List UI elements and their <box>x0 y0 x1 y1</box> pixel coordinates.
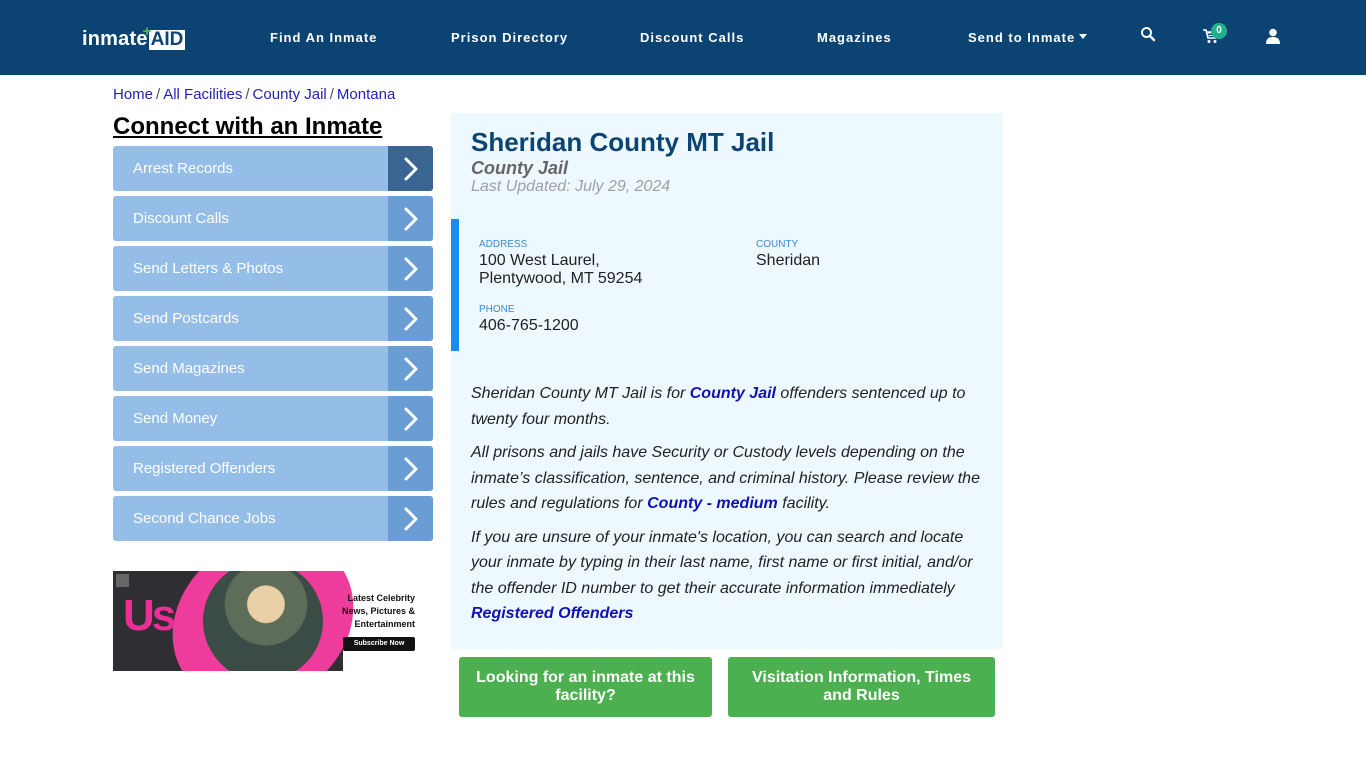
top-navbar: inmate + AID Find An Inmate Prison Direct… <box>0 0 1366 75</box>
breadcrumb: Home / All Facilities / County Jail / Montana <box>113 86 395 103</box>
county-label: COUNTY <box>756 239 799 250</box>
county-medium-link[interactable]: County - medium <box>647 495 778 512</box>
sidebar-item-label: Second Chance Jobs <box>133 510 276 527</box>
nav-find-an-inmate[interactable]: Find An Inmate <box>270 30 377 45</box>
last-updated: Last Updated: July 29, 2024 <box>471 178 671 195</box>
breadcrumb-home[interactable]: Home <box>113 86 153 103</box>
plus-icon: + <box>142 23 152 40</box>
visitation-info-button[interactable]: Visitation Information, Times and Rules <box>728 657 995 717</box>
county-jail-link[interactable]: County Jail <box>690 385 776 402</box>
sidebar-item-label: Registered Offenders <box>133 460 276 477</box>
facility-description: Sheridan County MT Jail is for County Ja… <box>471 381 986 627</box>
breadcrumb-all-facilities[interactable]: All Facilities <box>163 86 242 103</box>
breadcrumb-separator: / <box>156 86 161 103</box>
breadcrumb-montana[interactable]: Montana <box>337 86 395 103</box>
sidebar-item-label: Send Letters & Photos <box>133 260 284 277</box>
search-icon[interactable] <box>1140 26 1160 46</box>
sidebar-item-arrest-records[interactable]: Arrest Records <box>113 146 433 191</box>
breadcrumb-county-jail[interactable]: County Jail <box>253 86 327 103</box>
ad-subscribe-button[interactable]: Subscribe Now <box>343 637 415 651</box>
ad-corner-square <box>116 574 129 587</box>
address-line-1: 100 West Laurel, <box>479 252 600 269</box>
logo-text-aid: + AID <box>142 23 186 50</box>
phone-value[interactable]: 406-765-1200 <box>479 317 579 335</box>
chevron-right-icon <box>388 446 433 491</box>
find-inmate-at-facility-button[interactable]: Looking for an inmate at this facility? <box>459 657 712 717</box>
sidebar-item-second-chance-jobs[interactable]: Second Chance Jobs <box>113 496 433 541</box>
connect-with-inmate-heading[interactable]: Connect with an Inmate <box>113 113 382 141</box>
sidebar-item-discount-calls[interactable]: Discount Calls <box>113 196 433 241</box>
sidebar-item-send-magazines[interactable]: Send Magazines <box>113 346 433 391</box>
user-icon[interactable] <box>1266 28 1286 48</box>
breadcrumb-separator: / <box>245 86 250 103</box>
facility-type: County Jail <box>471 158 569 178</box>
registered-offenders-link[interactable]: Registered Offenders <box>471 605 633 622</box>
us-weekly-ad-banner[interactable]: Us Latest Celebrity News, Pictures & Ent… <box>113 571 417 671</box>
ad-brand-logo: Us <box>123 591 176 640</box>
facility-name: Sheridan County MT Jail <box>471 127 775 157</box>
nav-prison-directory[interactable]: Prison Directory <box>451 30 568 45</box>
chevron-right-icon <box>388 346 433 391</box>
sidebar-item-send-letters-photos[interactable]: Send Letters & Photos <box>113 246 433 291</box>
sidebar-item-send-money[interactable]: Send Money <box>113 396 433 441</box>
county-value: Sheridan <box>756 252 821 269</box>
chevron-right-icon <box>388 396 433 441</box>
facility-panel: Sheridan County MT Jail County Jail Last… <box>451 113 1003 649</box>
address-label: ADDRESS <box>479 239 528 250</box>
sidebar-item-label: Arrest Records <box>133 160 234 177</box>
description-paragraph-2: All prisons and jails have Security or C… <box>471 444 980 512</box>
description-paragraph-1: Sheridan County MT Jail is for County Ja… <box>471 385 966 428</box>
nav-send-to-inmate[interactable]: Send to Inmate <box>968 30 1088 45</box>
sidebar-item-label: Send Magazines <box>133 360 245 377</box>
sidebar-item-label: Send Money <box>133 410 218 427</box>
sidebar-item-label: Send Postcards <box>133 310 239 327</box>
chevron-right-icon <box>388 496 433 541</box>
cart-count-badge: 0 <box>1211 23 1227 39</box>
chevron-right-icon <box>388 146 433 191</box>
sidebar-menu: Arrest Records Discount Calls Send Lette… <box>113 146 433 546</box>
sidebar-item-registered-offenders[interactable]: Registered Offenders <box>113 446 433 491</box>
ad-tagline: Latest Celebrity News, Pictures & Entert… <box>341 593 415 629</box>
chevron-right-icon <box>388 196 433 241</box>
chevron-right-icon <box>388 246 433 291</box>
description-paragraph-3: If you are unsure of your inmate's locat… <box>471 528 973 623</box>
address-line-2: Plentywood, MT 59254 <box>479 270 643 287</box>
breadcrumb-separator: / <box>329 86 334 103</box>
logo-text-inmate: inmate <box>82 28 148 50</box>
nav-discount-calls[interactable]: Discount Calls <box>640 30 744 45</box>
sidebar-item-label: Discount Calls <box>133 210 229 227</box>
chevron-right-icon <box>388 296 433 341</box>
caret-down-icon <box>1079 34 1088 40</box>
nav-magazines[interactable]: Magazines <box>817 30 892 45</box>
phone-label: PHONE <box>479 304 515 315</box>
facility-info-box: ADDRESS 100 West Laurel, Plentywood, MT … <box>451 219 1003 351</box>
sidebar-item-send-postcards[interactable]: Send Postcards <box>113 296 433 341</box>
inmateaid-logo[interactable]: inmate + AID <box>82 23 186 50</box>
